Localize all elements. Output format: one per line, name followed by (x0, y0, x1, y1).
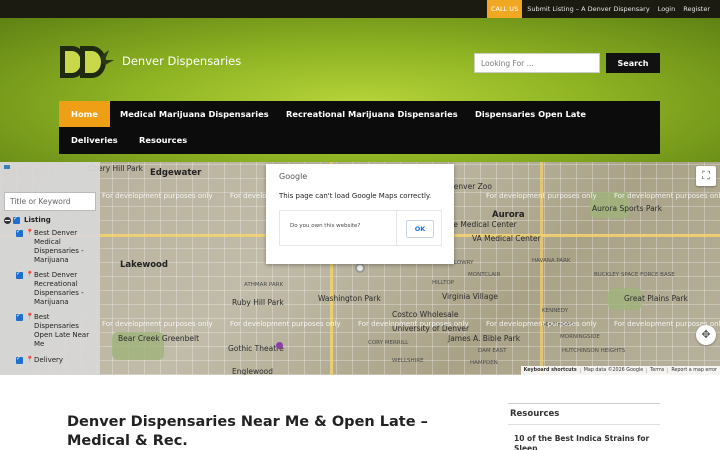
map-camera-control[interactable]: ✥ (696, 325, 716, 345)
map-label: Lakewood (120, 260, 168, 270)
keyboard-shortcuts-link[interactable]: Keyboard shortcuts (521, 368, 580, 373)
nav-item-medical[interactable]: Medical Marijuana Dispensaries (120, 101, 269, 127)
checkbox-icon[interactable] (13, 215, 20, 224)
map-label: VA Medical Center (472, 234, 541, 243)
search-input[interactable] (474, 53, 600, 73)
dev-watermark: For development purposes only (358, 320, 469, 328)
nav-item-open-late[interactable]: Dispensaries Open Late (475, 101, 586, 127)
call-us-link[interactable]: CALL US (487, 0, 523, 18)
map-label: Washington Park (318, 294, 381, 303)
map-pin-icon: 📍 (26, 356, 34, 363)
checkbox-icon[interactable] (16, 355, 23, 364)
map-label: HAMPDEN (470, 360, 498, 366)
category-medical[interactable]: 📍 Best Denver Medical Dispensaries - Mar… (16, 228, 96, 265)
dev-watermark: For development purposes only (486, 192, 597, 200)
sidebar-title: Resources (510, 409, 560, 419)
top-links: CALL US Submit Listing – A Denver Dispen… (487, 0, 720, 18)
category-label: Best Denver Medical Dispensaries - Marij… (34, 229, 84, 264)
map-label: HILLTOP (432, 280, 455, 286)
map-label: HUTCHINSON HEIGHTS (562, 348, 626, 354)
map-poi-icon[interactable] (276, 342, 283, 349)
map-label: HAVANA PARK (532, 258, 571, 264)
category-recreational[interactable]: 📍 Best Denver Recreational Dispensaries … (16, 270, 96, 307)
map-label: ATHMAR PARK (244, 282, 284, 288)
map-label: Aurora Sports Park (592, 204, 663, 213)
map-label: MONTCLAIR (468, 272, 501, 278)
logo-icon[interactable] (58, 42, 114, 82)
main-nav: Home Medical Marijuana Dispensaries Recr… (59, 101, 660, 154)
nav-item-deliveries[interactable]: Deliveries (71, 127, 118, 153)
map-pin-icon: 📍 (26, 229, 34, 236)
listing-label: Listing (24, 216, 51, 224)
map-label: Virginia Village (442, 292, 498, 301)
map-pin-icon: 📍 (26, 271, 34, 278)
own-website-link[interactable]: Do you own this website? (279, 210, 397, 246)
dev-watermark: For development purposes only (102, 320, 213, 328)
nav-item-recreational[interactable]: Recreational Marijuana Dispensaries (286, 101, 458, 127)
search-button[interactable]: Search (606, 53, 660, 73)
site-name[interactable]: Denver Dispensaries (122, 54, 241, 68)
category-label: Delivery (34, 356, 64, 364)
map-label: DAM EAST (478, 348, 507, 354)
map-label: Aurora (492, 210, 525, 220)
map-label: MORNINGSIDE (560, 334, 600, 340)
map-label: Denver Zoo (448, 182, 492, 191)
category-open-late[interactable]: 📍 Best Dispensaries Open Late Near Me (16, 312, 96, 349)
submit-listing-link[interactable]: Submit Listing – A Denver Dispensary (527, 5, 649, 13)
map-label: LOWRY (454, 260, 474, 266)
map-label: CORY MERRILL (368, 340, 409, 346)
dev-watermark: For development purposes only (230, 320, 341, 328)
ok-button[interactable]: OK (406, 220, 434, 238)
listing-toggle[interactable]: Listing (4, 215, 51, 225)
map-label: WELLSHIRE (392, 358, 424, 364)
dev-watermark: For development purposes only (102, 192, 213, 200)
map-label: Costco Wholesale (392, 310, 459, 319)
map-label: BUCKLEY SPACE FORCE BASE (594, 272, 675, 278)
map-label: Edgewater (150, 168, 202, 178)
terms-link[interactable]: Terms (646, 368, 667, 373)
map-label: Ruby Hill Park (232, 298, 284, 307)
dev-watermark: For development purposes only (486, 320, 597, 328)
category-label: Best Denver Recreational Dispensaries - … (34, 271, 84, 306)
google-logo: Google (279, 172, 308, 181)
site-header: Denver Dispensaries Search Home Medical … (0, 18, 720, 162)
nav-item-resources[interactable]: Resources (139, 127, 187, 153)
category-delivery[interactable]: 📍 Delivery (16, 355, 96, 365)
checkbox-icon[interactable] (16, 228, 23, 237)
map-attribution: Keyboard shortcuts Map data ©2026 Google… (520, 366, 720, 375)
report-map-error-link[interactable]: Report a map error (667, 368, 720, 373)
map-data-text: Map data ©2026 Google (579, 368, 646, 373)
error-message: This page can't load Google Maps correct… (279, 192, 432, 200)
register-link[interactable]: Register (683, 5, 710, 13)
map-marker[interactable] (355, 263, 365, 273)
map-label: Bear Creek Greenbelt (118, 334, 200, 343)
checkbox-icon[interactable] (16, 312, 23, 321)
nav-item-home[interactable]: Home (59, 101, 110, 127)
category-label: Best Dispensaries Open Late Near Me (34, 313, 90, 348)
sidebar-resource-link[interactable]: 10 of the Best Indica Strains for Sleep (514, 434, 654, 450)
keyword-input[interactable] (4, 192, 96, 211)
filter-panel: Listing 📍 Best Denver Medical Dispensari… (0, 162, 100, 375)
dev-watermark: For development purposes only (614, 192, 720, 200)
google-maps-error-dialog: Google This page can't load Google Maps … (266, 164, 454, 264)
map-label: Englewood (232, 367, 274, 375)
map-label: James A. Bible Park (448, 334, 521, 343)
ok-button-cell: OK (396, 210, 442, 246)
map-label: Great Plains Park (624, 294, 688, 303)
login-link[interactable]: Login (658, 5, 676, 13)
checkbox-icon[interactable] (16, 270, 23, 279)
top-bar: CALL US Submit Listing – A Denver Dispen… (0, 0, 720, 18)
panel-toggle-icon[interactable] (4, 165, 10, 169)
map-label: KENNEDY (542, 308, 569, 314)
page-title: Denver Dispensaries Near Me & Open Late … (67, 414, 428, 449)
map-pin-icon: 📍 (26, 313, 34, 320)
fullscreen-button[interactable]: ⛶ (696, 166, 716, 186)
collapse-icon[interactable] (4, 217, 11, 224)
